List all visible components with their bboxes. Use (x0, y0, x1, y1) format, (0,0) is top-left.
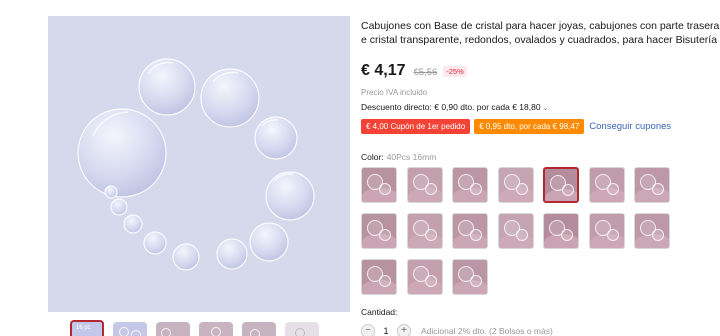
color-selected-value: 40Pcs 16mm (386, 152, 437, 162)
thumbnail-label: 16 pc (76, 325, 91, 331)
color-swatch-7[interactable] (634, 167, 670, 203)
tax-note: Precio IVA incluido (361, 88, 428, 97)
cabochon-icon (561, 229, 573, 241)
color-swatch-6[interactable] (588, 167, 625, 203)
color-swatch-12[interactable] (543, 213, 579, 249)
current-price: € 4,17 (361, 62, 406, 79)
cabochon-icon (606, 229, 619, 241)
cabochon-icon (379, 183, 391, 195)
thumbnail-1[interactable]: 16 pc (70, 320, 104, 336)
discount-badge: -25% (443, 66, 467, 77)
thumbnail-4[interactable] (199, 322, 233, 336)
quantity-discount-note: Adicional 2% dto. (2 Bolsos o más) (421, 326, 553, 336)
quantity-minus-button[interactable]: − (361, 324, 375, 336)
cabochon-icon (379, 275, 391, 287)
cabochon-thumb-icon (119, 327, 129, 336)
color-label-text: Color: (361, 152, 384, 162)
cabochon-thumb-icon (211, 327, 221, 336)
color-label: Color: 40Pcs 16mm (361, 152, 436, 162)
cabochon-thumb-icon (131, 330, 141, 336)
color-swatch-5[interactable] (543, 167, 579, 203)
color-swatch-17[interactable] (452, 259, 488, 295)
quantity-stepper: − 1 + Adicional 2% dto. (2 Bolsos o más) (361, 322, 553, 336)
cabochon-icon (652, 183, 664, 195)
cabochon-icon (652, 229, 664, 241)
cabochon-thumb-icon (250, 329, 260, 336)
cabochon-icon (515, 229, 528, 241)
direct-discount[interactable]: Descuento directo: € 0,90 dto. por cada … (361, 102, 548, 112)
get-coupons-link[interactable]: Conseguir cupones (589, 121, 671, 132)
product-main-image[interactable] (48, 16, 350, 312)
product-title: Cabujones con Base de cristal para hacer… (361, 19, 720, 47)
quantity-input[interactable]: 1 (375, 326, 397, 336)
color-swatch-1[interactable] (361, 167, 397, 203)
color-swatch-8[interactable] (361, 213, 397, 249)
product-info: Cabujones con Base de cristal para hacer… (361, 0, 720, 336)
chevron-down-icon: ⌄ (542, 105, 549, 112)
color-swatch-16[interactable] (406, 259, 443, 295)
thumbnail-2[interactable] (113, 322, 147, 336)
thumbnail-5[interactable] (242, 322, 276, 336)
cabochon-icon (562, 184, 574, 196)
cabochon-icon (470, 183, 482, 195)
color-swatch-11[interactable] (497, 213, 534, 249)
color-swatch-2[interactable] (406, 167, 443, 203)
coupon-row: € 4,00 Cupón de 1er pedido € 0,95 dto. p… (361, 118, 671, 134)
color-swatch-15[interactable] (361, 259, 397, 295)
direct-discount-text: Descuento directo: € 0,90 dto. por cada … (361, 102, 541, 112)
thumbnail-strip: 16 pc (70, 320, 330, 336)
color-swatch-14[interactable] (634, 213, 670, 249)
cabochon-icon (606, 183, 619, 195)
quantity-label: Cantidad: (361, 307, 398, 317)
color-swatch-13[interactable] (588, 213, 625, 249)
original-price: €5,56 (413, 67, 438, 78)
product-title-line-2: e cristal transparente, redondos, ovalad… (361, 34, 718, 46)
thumbnail-3[interactable] (156, 322, 190, 336)
thumbnail-6[interactable] (285, 322, 319, 336)
cabochon-icon (424, 275, 437, 287)
color-swatch-9[interactable] (406, 213, 443, 249)
color-swatch-4[interactable] (497, 167, 534, 203)
color-swatches (361, 167, 720, 299)
cabochon-icon (424, 229, 437, 241)
price-row: € 4,17 €5,56 -25% (361, 62, 467, 82)
product-title-line-1: Cabujones con Base de cristal para hacer… (361, 20, 720, 32)
store-coupon[interactable]: € 0,95 dto. por cada € 98,47 (474, 118, 585, 134)
glass-cabochons-image (48, 16, 350, 312)
cabochon-icon (379, 229, 391, 241)
cabochon-icon (424, 183, 437, 195)
color-swatch-10[interactable] (452, 213, 488, 249)
cabochon-icon (470, 229, 482, 241)
cabochon-thumb-icon (295, 328, 305, 336)
first-order-coupon[interactable]: € 4,00 Cupón de 1er pedido (361, 118, 471, 134)
cabochon-icon (515, 183, 528, 195)
cabochon-icon (470, 275, 482, 287)
quantity-plus-button[interactable]: + (397, 324, 411, 336)
cabochon-thumb-icon (161, 328, 171, 336)
color-swatch-3[interactable] (452, 167, 488, 203)
